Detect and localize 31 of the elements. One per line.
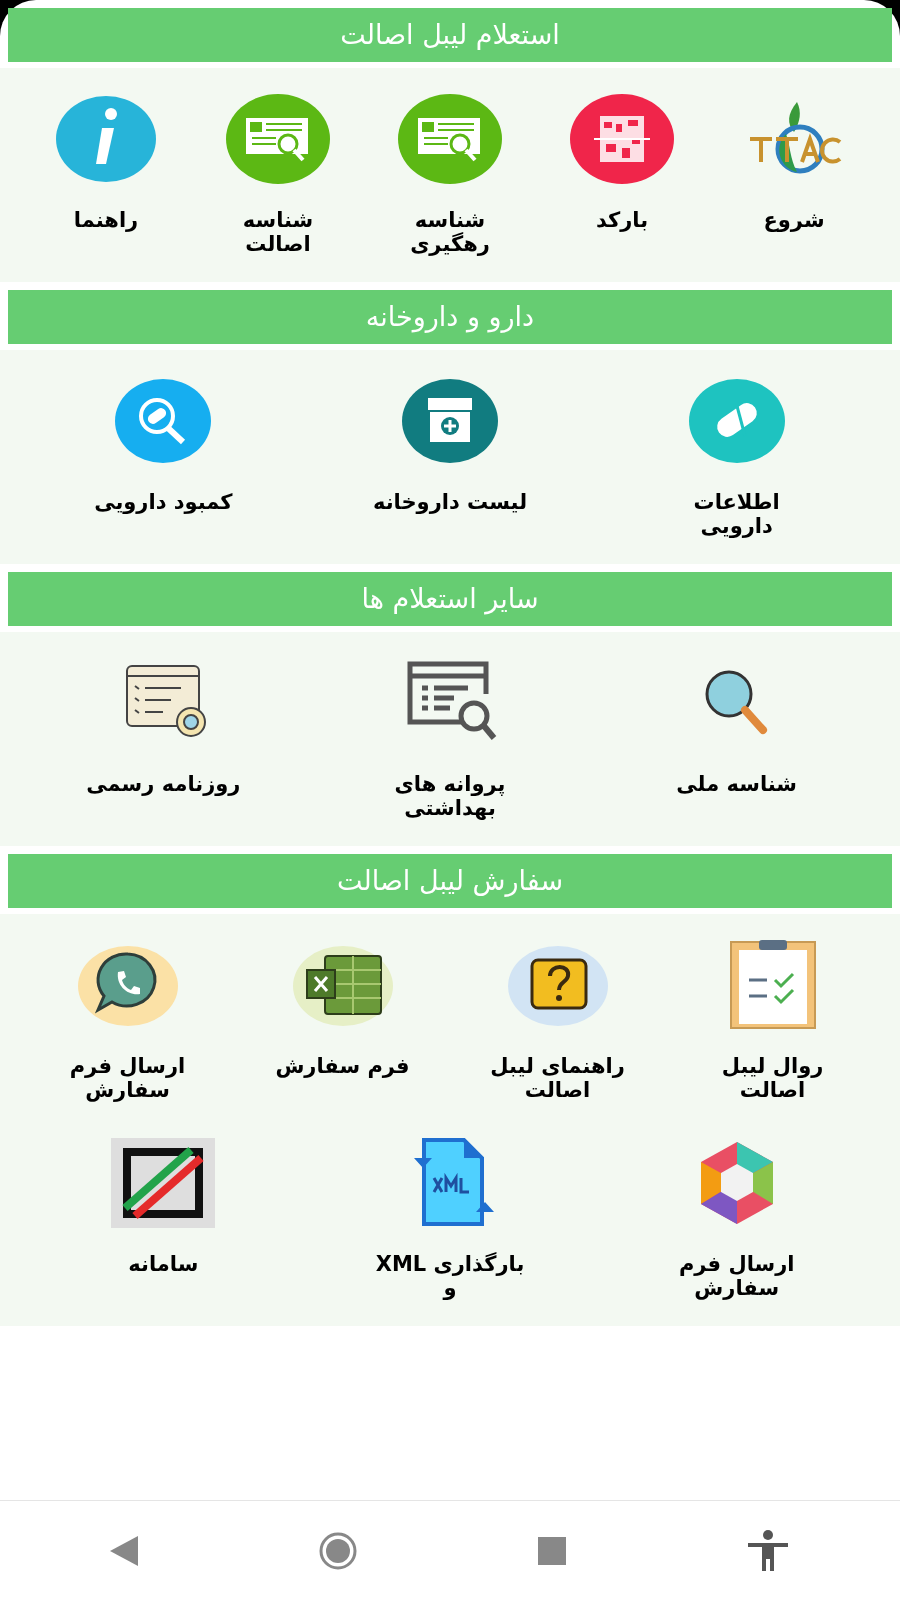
menu-tile[interactable]: شناسه رهگیری — [370, 94, 530, 256]
id-card-search-icon — [398, 94, 502, 184]
menu-tile[interactable]: فرم سفارش — [262, 940, 423, 1102]
menu-tile[interactable]: روال لیبل اصالت — [692, 940, 853, 1102]
menu-tile[interactable]: راهنمای لیبل اصالت — [477, 940, 638, 1102]
menu-tile[interactable]: شروع — [714, 94, 874, 256]
menu-tile[interactable]: روزنامه رسمی — [83, 658, 244, 820]
menu-tile[interactable]: بارکد — [542, 94, 702, 256]
menu-tile[interactable]: بارگذاری XML و — [370, 1138, 530, 1300]
section-header: سایر استعلام ها — [8, 572, 892, 626]
menu-tile[interactable]: سامانه — [83, 1138, 244, 1300]
id-card-search-icon — [226, 94, 330, 184]
back-triangle-icon[interactable] — [110, 1535, 138, 1566]
menu-tile[interactable]: شناسه ملی — [656, 658, 817, 820]
menu-tile[interactable]: راهنما — [26, 94, 186, 256]
section-header: استعلام لیبل اصالت — [8, 8, 892, 62]
barcode-icon — [570, 94, 674, 184]
section-header: دارو و داروخانه — [8, 290, 892, 344]
accessibility-icon[interactable] — [746, 1528, 790, 1573]
menu-tile[interactable]: ارسال فرم سفارش — [47, 940, 208, 1102]
menu-tile[interactable]: ارسال فرم سفارش — [656, 1138, 817, 1300]
menu-tile[interactable]: پروانه های بهداشتی — [370, 658, 530, 820]
info-icon — [54, 94, 158, 184]
recents-square-icon[interactable] — [538, 1536, 566, 1565]
menu-tile[interactable]: کمبود دارویی — [83, 376, 244, 538]
menu-tile[interactable]: اطلاعات دارویی — [656, 376, 817, 538]
home-circle-icon[interactable] — [318, 1530, 358, 1571]
menu-tile[interactable]: لیست داروخانه — [370, 376, 530, 538]
menu-tile[interactable]: شناسه اصالت — [198, 94, 358, 256]
section-header: سفارش لیبل اصالت — [8, 854, 892, 908]
flag-frame-logo-icon — [111, 1138, 216, 1228]
